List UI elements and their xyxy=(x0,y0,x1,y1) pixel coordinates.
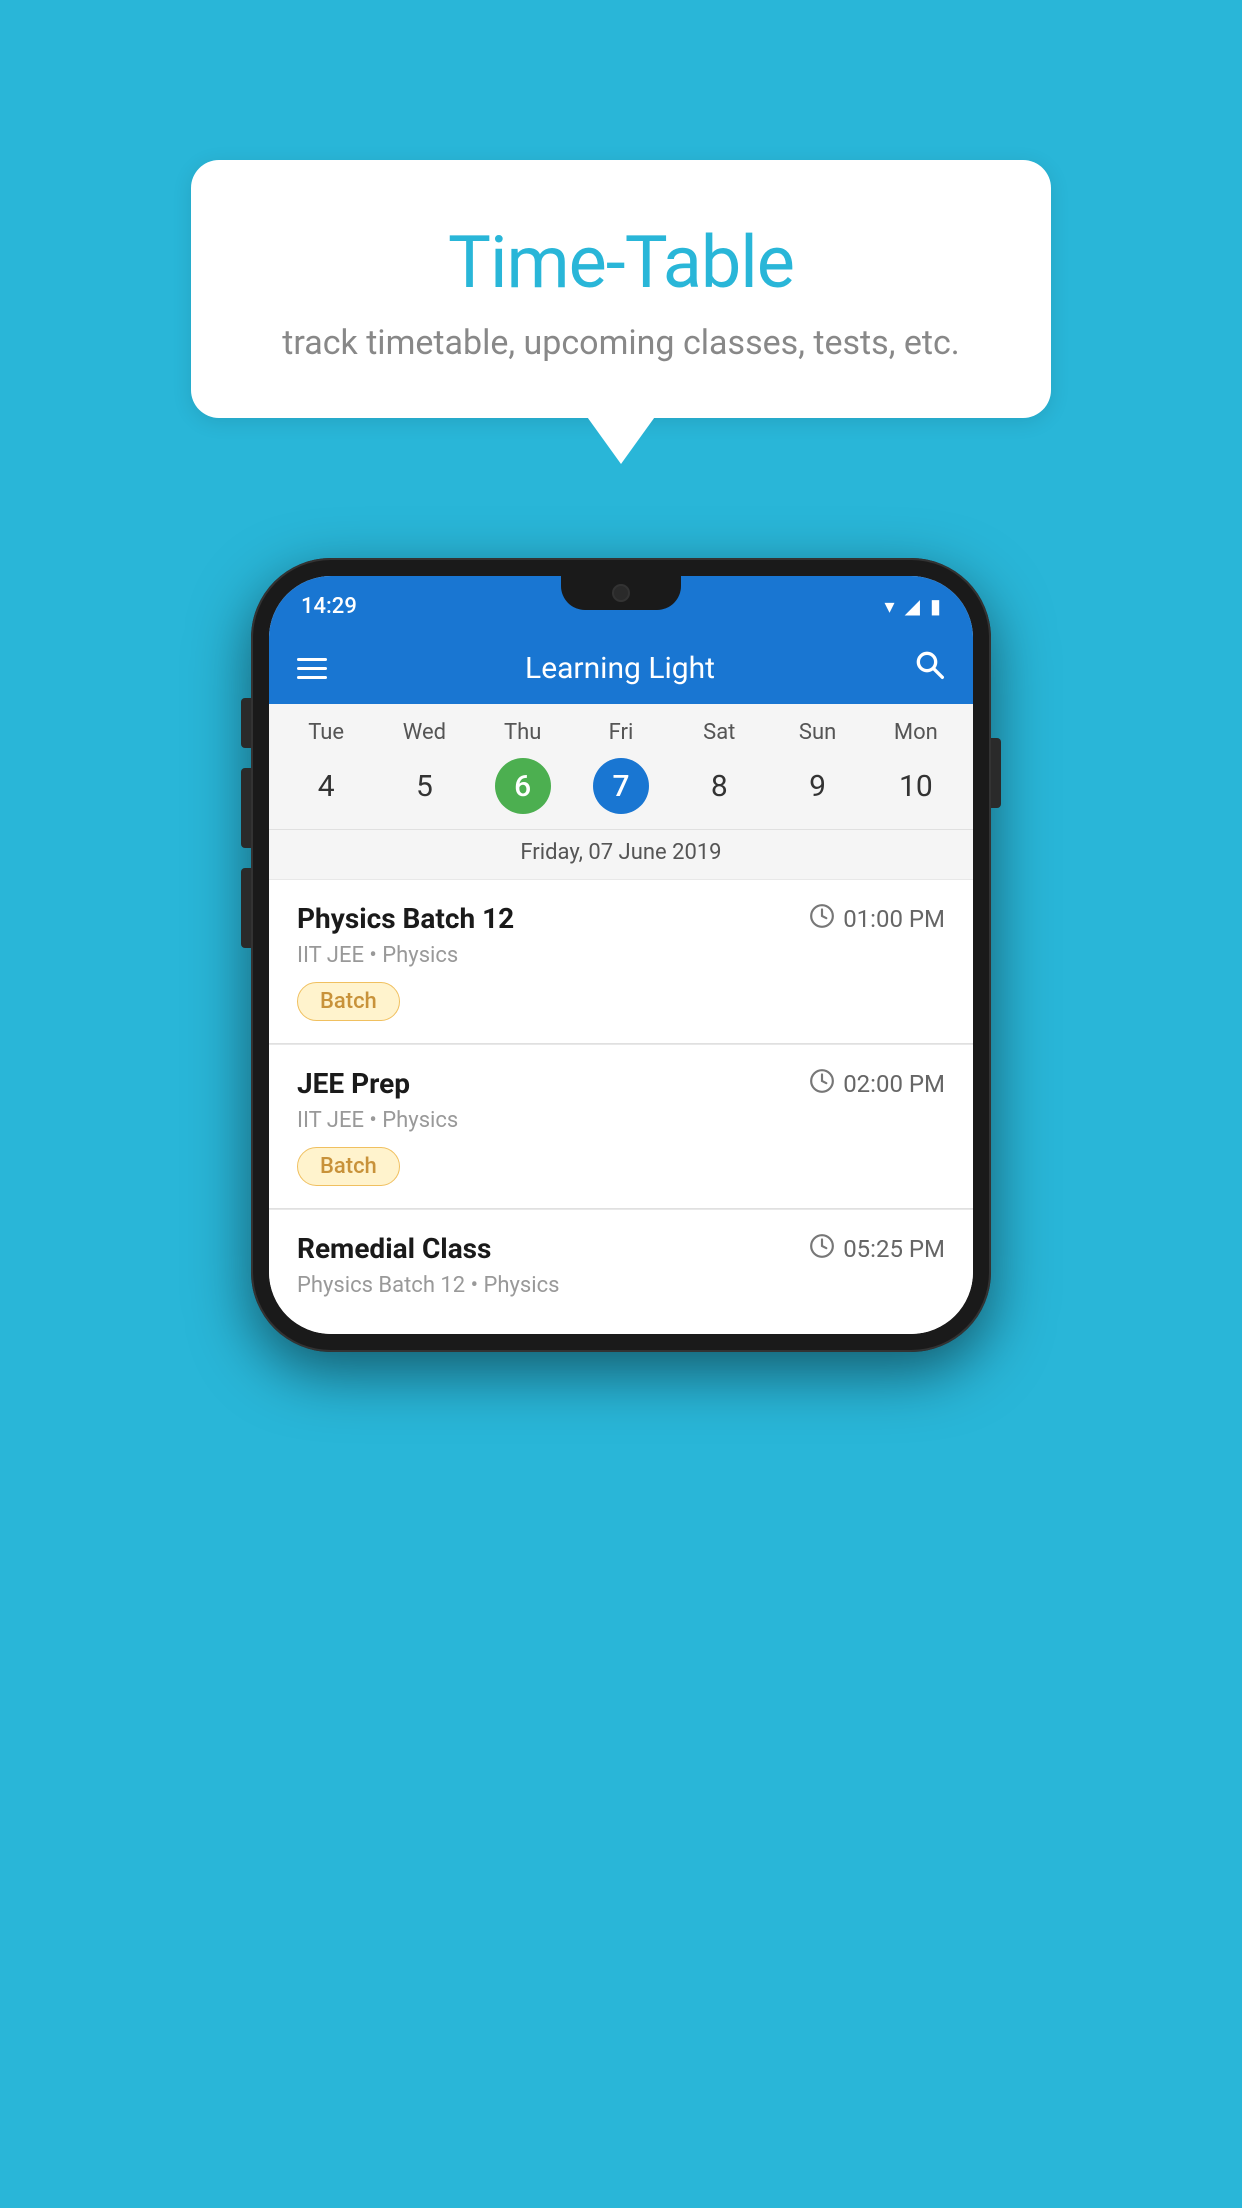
phone-outer: 14:29 ▾ ◢ ▮ Learning Light xyxy=(251,558,991,1352)
side-button-left-bot xyxy=(241,868,251,948)
bubble-subtitle: track timetable, upcoming classes, tests… xyxy=(271,323,971,363)
batch-badge-1: Batch xyxy=(297,982,400,1021)
status-icons: ▾ ◢ ▮ xyxy=(885,594,941,618)
day-6[interactable]: 6 xyxy=(474,755,572,817)
phone-screen: 14:29 ▾ ◢ ▮ Learning Light xyxy=(269,576,973,1334)
phone-wrapper: 14:29 ▾ ◢ ▮ Learning Light xyxy=(241,558,1001,1352)
selected-date: Friday, 07 June 2019 xyxy=(269,829,973,879)
schedule-time-text-1: 01:00 PM xyxy=(843,905,945,933)
hamburger-menu-icon[interactable] xyxy=(297,658,327,679)
schedule-list: Physics Batch 12 01:00 PM IIT JEE • P xyxy=(269,879,973,1334)
bubble-section: Time-Table track timetable, upcoming cla… xyxy=(0,0,1242,438)
signal-icon: ◢ xyxy=(905,594,920,618)
status-time: 14:29 xyxy=(301,594,357,619)
battery-icon: ▮ xyxy=(930,594,941,618)
side-button-left-mid xyxy=(241,768,251,848)
day-header-fri: Fri xyxy=(572,720,670,755)
clock-icon-3 xyxy=(809,1233,835,1265)
side-button-right xyxy=(991,738,1001,808)
day-4[interactable]: 4 xyxy=(277,755,375,817)
schedule-item-2[interactable]: JEE Prep 02:00 PM IIT JEE • Physics xyxy=(269,1044,973,1208)
app-title: Learning Light xyxy=(525,651,715,686)
schedule-item-3-header: Remedial Class 05:25 PM xyxy=(297,1232,945,1265)
schedule-meta-1: IIT JEE • Physics xyxy=(297,943,945,968)
schedule-item-1[interactable]: Physics Batch 12 01:00 PM IIT JEE • P xyxy=(269,879,973,1043)
day-10[interactable]: 10 xyxy=(867,755,965,817)
schedule-time-3: 05:25 PM xyxy=(809,1233,945,1265)
schedule-item-1-header: Physics Batch 12 01:00 PM xyxy=(297,902,945,935)
clock-icon-1 xyxy=(809,903,835,935)
day-7[interactable]: 7 xyxy=(572,755,670,817)
day-header-tue: Tue xyxy=(277,720,375,755)
day-5[interactable]: 5 xyxy=(375,755,473,817)
search-icon[interactable] xyxy=(913,648,945,688)
schedule-meta-2: IIT JEE • Physics xyxy=(297,1108,945,1133)
camera-dot xyxy=(612,584,630,602)
day-headers: Tue Wed Thu Fri Sat Sun Mon xyxy=(269,720,973,755)
wifi-icon: ▾ xyxy=(885,594,895,618)
day-header-sat: Sat xyxy=(670,720,768,755)
schedule-time-text-3: 05:25 PM xyxy=(843,1235,945,1263)
schedule-item-2-header: JEE Prep 02:00 PM xyxy=(297,1067,945,1100)
speech-bubble: Time-Table track timetable, upcoming cla… xyxy=(191,160,1051,418)
app-bar: Learning Light xyxy=(269,632,973,704)
schedule-meta-3: Physics Batch 12 • Physics xyxy=(297,1273,945,1298)
day-header-thu: Thu xyxy=(474,720,572,755)
day-header-mon: Mon xyxy=(867,720,965,755)
schedule-title-3: Remedial Class xyxy=(297,1232,491,1265)
day-8[interactable]: 8 xyxy=(670,755,768,817)
schedule-time-1: 01:00 PM xyxy=(809,903,945,935)
phone-notch xyxy=(561,576,681,610)
day-header-wed: Wed xyxy=(375,720,473,755)
day-header-sun: Sun xyxy=(768,720,866,755)
schedule-title-2: JEE Prep xyxy=(297,1067,410,1100)
schedule-time-2: 02:00 PM xyxy=(809,1068,945,1100)
batch-badge-2: Batch xyxy=(297,1147,400,1186)
schedule-item-3[interactable]: Remedial Class 05:25 PM Physics Batch xyxy=(269,1209,973,1334)
day-numbers: 4 5 6 7 8 9 10 xyxy=(269,755,973,829)
schedule-title-1: Physics Batch 12 xyxy=(297,902,514,935)
clock-icon-2 xyxy=(809,1068,835,1100)
schedule-time-text-2: 02:00 PM xyxy=(843,1070,945,1098)
bubble-title: Time-Table xyxy=(271,220,971,305)
side-button-left-top xyxy=(241,698,251,748)
calendar-strip: Tue Wed Thu Fri Sat Sun Mon 4 5 6 7 8 9 … xyxy=(269,704,973,879)
day-9[interactable]: 9 xyxy=(768,755,866,817)
